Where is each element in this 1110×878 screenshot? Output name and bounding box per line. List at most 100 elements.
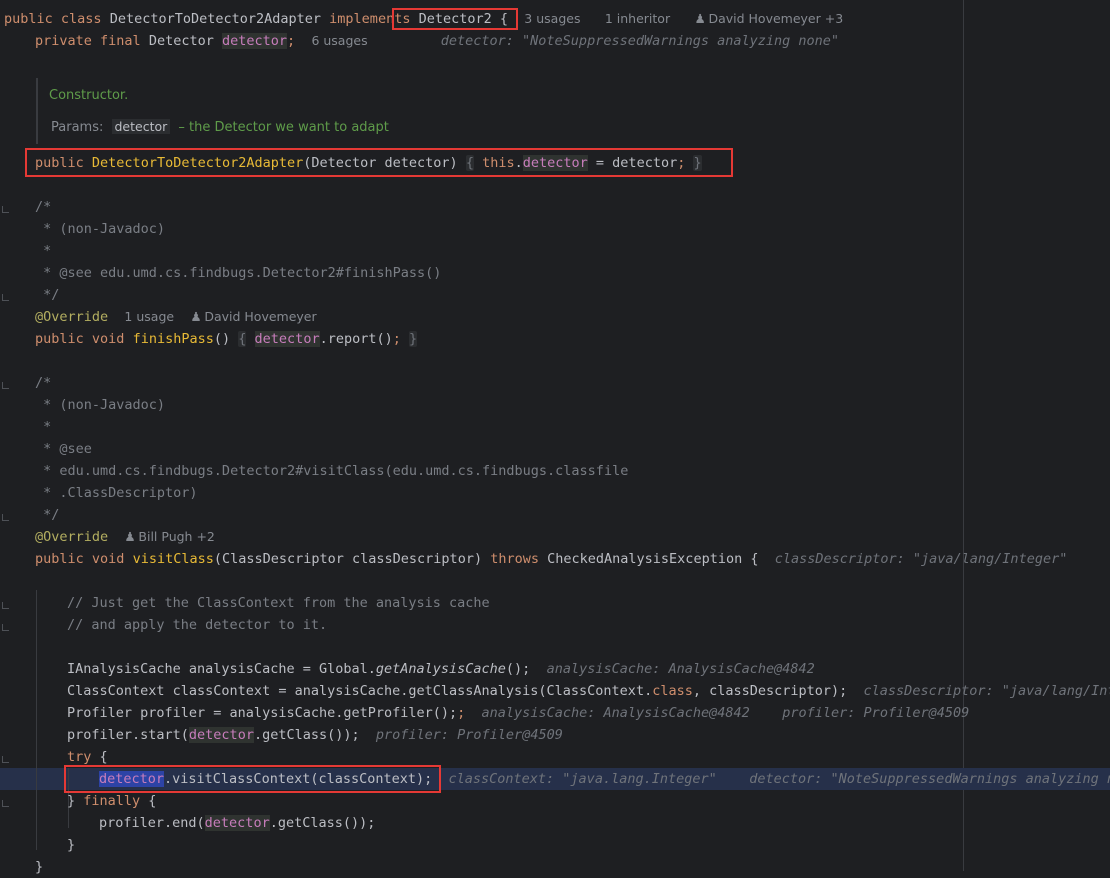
- code-line: ClassContext classContext = analysisCach…: [67, 680, 1110, 702]
- author-info[interactable]: ♟ David Hovemeyer +3: [694, 11, 843, 26]
- keyword: final: [100, 33, 141, 49]
- comment-line: * (non-Javadoc): [35, 221, 166, 237]
- fold-marker-icon[interactable]: [2, 624, 9, 631]
- debug-value-hint: analysisCache: AnalysisCache@4842: [546, 661, 815, 677]
- method-params: (ClassDescriptor classDescriptor): [213, 551, 483, 567]
- visit-class-declaration: public void visitClass(ClassDescriptor c…: [35, 548, 1067, 570]
- param-name: detector: [111, 119, 171, 134]
- debug-value-hint: analysisCache: AnalysisCache@4842: [481, 705, 750, 721]
- javadoc-title: Constructor.: [49, 88, 129, 103]
- folded-brace[interactable]: }: [409, 331, 418, 347]
- keyword: class: [652, 683, 693, 699]
- debug-value-hint: classDescriptor: "java/lang/Integer": [774, 551, 1068, 567]
- code-text: Profiler profiler = analysisCache.getPro…: [67, 705, 458, 721]
- fold-marker-icon[interactable]: [2, 382, 9, 389]
- comment-line: /*: [35, 375, 52, 391]
- comment-line: * @see edu.umd.cs.findbugs.Detector2#fin…: [35, 265, 442, 281]
- code-line: profiler.end(detector.getClass());: [99, 812, 375, 834]
- comment-line: * @see: [35, 441, 92, 457]
- code-text: profiler.start(: [67, 727, 189, 743]
- finish-pass-declaration: public void finishPass() { detector.repo…: [35, 328, 418, 350]
- usages-link[interactable]: 3 usages: [524, 11, 580, 26]
- fold-marker-icon[interactable]: [2, 602, 9, 609]
- keyword: public: [4, 11, 53, 27]
- method-name[interactable]: finishPass: [133, 331, 214, 347]
- type-name: Detector: [148, 33, 214, 49]
- param-description: – the Detector we want to adapt: [178, 120, 389, 135]
- class-name[interactable]: DetectorToDetector2Adapter: [110, 11, 321, 27]
- comment-line: *: [35, 243, 52, 259]
- person-icon: ♟: [124, 529, 136, 544]
- exception-type: CheckedAnalysisException {: [547, 551, 759, 567]
- debug-value-hint: classContext: "java.lang.Integer": [448, 771, 717, 787]
- method-name[interactable]: visitClass: [133, 551, 214, 567]
- parens: (): [213, 331, 231, 347]
- debug-value-hint: profiler: Profiler@4509: [782, 705, 970, 721]
- code-text: ClassContext classContext = analysisCach…: [67, 683, 653, 699]
- static-method-call[interactable]: getAnalysisCache: [376, 661, 506, 677]
- usages-link[interactable]: 1 usage: [124, 309, 174, 324]
- code-text: .getClass());: [253, 727, 360, 743]
- field-reference[interactable]: detector: [254, 331, 320, 347]
- code-text: ();: [505, 661, 531, 677]
- javadoc-bar: [36, 78, 38, 144]
- comment-line: // Just get the ClassContext from the an…: [67, 595, 490, 611]
- annotation-box: [64, 765, 441, 793]
- override-annotation: @Override: [35, 529, 109, 545]
- method-call: .report(): [319, 331, 393, 347]
- person-icon: ♟: [694, 11, 706, 26]
- debug-value-hint: detector: "NoteSuppressedWarnings analyz…: [749, 771, 1110, 787]
- keyword: public: [35, 551, 84, 567]
- debug-value-hint: detector: "NoteSuppressedWarnings analyz…: [440, 33, 840, 49]
- right-margin-guide: [963, 0, 964, 871]
- comment-line: *: [35, 419, 52, 435]
- author-label: David Hovemeyer: [204, 309, 317, 324]
- comment-line: /*: [35, 199, 52, 215]
- field-declaration: private final Detector detector; 6 usage…: [35, 30, 839, 52]
- brace: {: [91, 749, 108, 765]
- person-icon: ♟: [190, 309, 202, 324]
- keyword: throws: [490, 551, 539, 567]
- fold-marker-icon[interactable]: [2, 206, 9, 213]
- comment-line: */: [35, 507, 60, 523]
- keyword: try: [67, 749, 92, 765]
- fold-marker-icon[interactable]: [2, 294, 9, 301]
- folded-brace[interactable]: {: [238, 331, 247, 347]
- brace: }: [67, 793, 84, 809]
- field-name[interactable]: detector: [222, 33, 288, 49]
- keyword: private: [35, 33, 92, 49]
- inheritors-link[interactable]: 1 inheritor: [605, 11, 670, 26]
- brace: {: [140, 793, 157, 809]
- debug-value-hint: classDescriptor: "java/lang/Integer": [863, 683, 1110, 699]
- javadoc-params: Params: detector – the Detector we want …: [51, 116, 389, 138]
- authors-label: David Hovemeyer +3: [708, 11, 844, 26]
- visit-class-annotation-line: @Override ♟ Bill Pugh +2: [35, 526, 215, 548]
- code-text: .getClass());: [269, 815, 376, 831]
- comment-line: * edu.umd.cs.findbugs.Detector2#visitCla…: [35, 463, 629, 479]
- field-reference[interactable]: detector: [188, 727, 254, 743]
- author-info[interactable]: ♟ David Hovemeyer: [190, 309, 316, 324]
- params-label: Params:: [51, 120, 104, 135]
- comment-line: * .ClassDescriptor): [35, 485, 198, 501]
- debug-value-hint: profiler: Profiler@4509: [375, 727, 563, 743]
- keyword: finally: [83, 793, 141, 809]
- comment-line: * (non-Javadoc): [35, 397, 166, 413]
- code-text: IAnalysisCache analysisCache = Global.: [67, 661, 376, 677]
- semicolon: ;: [392, 331, 401, 347]
- fold-marker-icon[interactable]: [2, 514, 9, 521]
- keyword: class: [60, 11, 102, 27]
- field-reference[interactable]: detector: [204, 815, 270, 831]
- comment-line: // and apply the detector to it.: [67, 617, 328, 633]
- fold-marker-icon[interactable]: [2, 756, 9, 763]
- brace: }: [67, 837, 76, 853]
- keyword: void: [91, 331, 125, 347]
- annotation-box: [392, 8, 518, 30]
- fold-marker-icon[interactable]: [2, 800, 9, 807]
- code-text: profiler.end(: [99, 815, 205, 831]
- author-label: Bill Pugh +2: [138, 529, 215, 544]
- keyword: public: [35, 331, 84, 347]
- code-line: IAnalysisCache analysisCache = Global.ge…: [67, 658, 815, 680]
- usages-link[interactable]: 6 usages: [311, 33, 367, 48]
- finally-line: } finally {: [67, 790, 156, 812]
- author-info[interactable]: ♟ Bill Pugh +2: [124, 529, 214, 544]
